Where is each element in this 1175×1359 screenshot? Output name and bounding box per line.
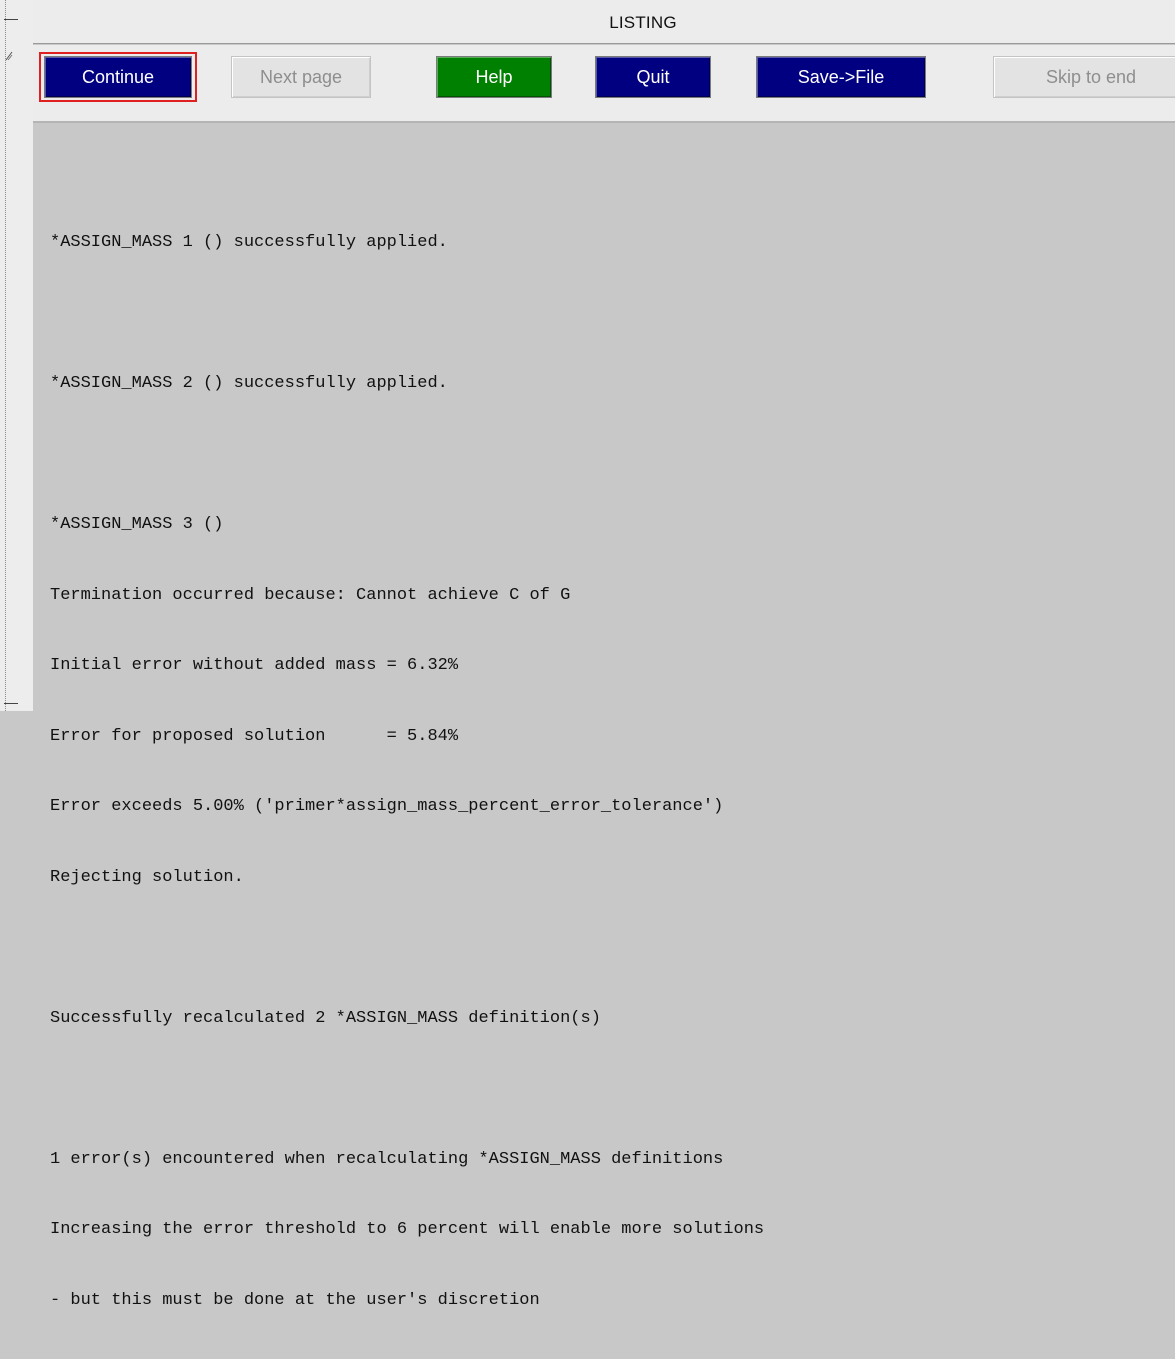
listing-line: 1 error(s) encountered when recalculatin…: [50, 1149, 724, 1169]
skip-to-end-button[interactable]: Skip to end: [993, 56, 1175, 98]
window-title-bar[interactable]: LISTING: [33, 0, 1175, 44]
window-minimize-dash[interactable]: [4, 19, 18, 20]
listing-line: [50, 1077, 764, 1101]
help-button[interactable]: Help: [436, 56, 552, 98]
listing-line: Error exceeds 5.00% ('primer*assign_mass…: [50, 797, 724, 816]
listing-line: Increasing the error threshold to 6 perc…: [50, 1220, 765, 1239]
listing-line: [50, 302, 764, 326]
resize-grip-icon[interactable]: [5, 50, 14, 72]
listing-line: Error for proposed solution = 5.84%: [50, 726, 459, 746]
listing-text: *ASSIGN_MASS 1 () successfully applied. …: [50, 184, 764, 1359]
window-title: LISTING: [609, 13, 677, 32]
listing-line: *ASSIGN_MASS 1 () successfully applied.: [50, 233, 448, 252]
next-page-button[interactable]: Next page: [231, 56, 371, 98]
quit-button[interactable]: Quit: [595, 56, 711, 98]
continue-button[interactable]: Continue: [44, 56, 192, 98]
listing-line: *ASSIGN_MASS 3 (): [50, 515, 224, 534]
save-to-file-button[interactable]: Save->File: [756, 56, 926, 98]
window-left-gutter: [0, 0, 33, 711]
listing-line: Termination occurred because: Cannot ach…: [50, 585, 571, 605]
listing-toolbar: Continue Next page Help Quit Save->File …: [33, 45, 1175, 123]
listing-line: - but this must be done at the user's di…: [50, 1290, 540, 1310]
gutter-rail: [5, 0, 6, 711]
listing-line: *ASSIGN_MASS 2 () successfully applied.: [50, 374, 448, 393]
listing-line: Rejecting solution.: [50, 867, 244, 887]
listing-line: Successfully recalculated 2 *ASSIGN_MASS…: [50, 1008, 601, 1028]
listing-line: [50, 443, 764, 467]
listing-line: [50, 936, 764, 960]
listing-text-area[interactable]: *ASSIGN_MASS 1 () successfully applied. …: [33, 123, 1175, 1310]
gutter-bottom-dash: [4, 703, 18, 704]
listing-line: Initial error without added mass = 6.32%: [50, 656, 459, 675]
